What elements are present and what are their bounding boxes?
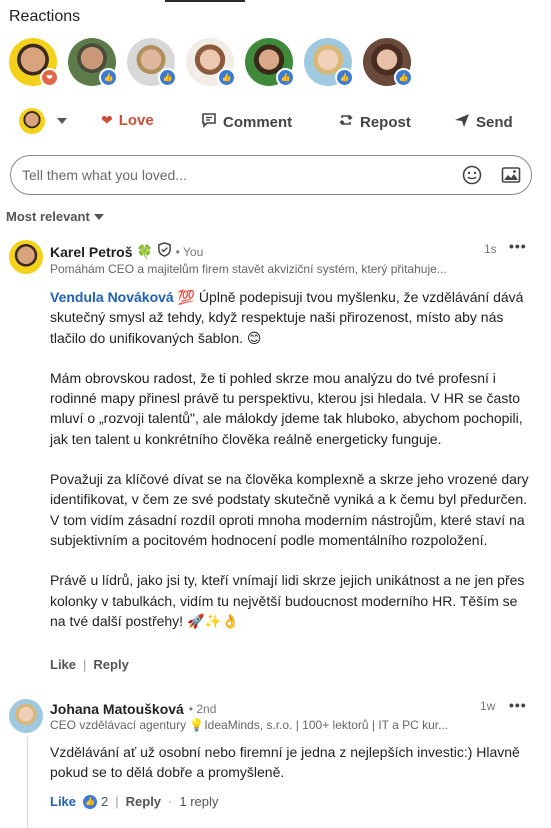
replies-count-link[interactable]: 1 reply	[179, 794, 218, 809]
connection-tag: • You	[175, 245, 204, 259]
like-reaction-icon: 👍	[394, 68, 413, 87]
like-reaction-icon: 👍	[276, 68, 295, 87]
repost-icon	[338, 112, 354, 132]
heart-icon: ❤	[101, 112, 113, 128]
comment-body: Vzdělávání ať už osobní nebo firemní je …	[50, 744, 520, 781]
comment-timestamp: 1w	[480, 699, 496, 713]
connection-tag: • 2nd	[188, 702, 217, 716]
like-reaction-icon: 👍	[99, 68, 118, 87]
commenter-name[interactable]: Johana Matoušková	[50, 701, 184, 717]
more-options-icon[interactable]: •••	[509, 697, 527, 713]
repost-button[interactable]: Repost	[338, 112, 411, 132]
comment-actions: Like | Reply	[50, 657, 129, 672]
reply-button[interactable]: Reply	[126, 794, 161, 809]
comment-paragraph: Považuji za klíčové dívat se na člověka …	[50, 471, 529, 548]
comment-paragraph: Mám obrovskou radost, že ti pohled skrze…	[50, 369, 523, 447]
reactor-avatar-3[interactable]: 👍	[127, 38, 177, 87]
reactor-avatar-5[interactable]: 👍	[245, 38, 295, 87]
comment-icon	[201, 112, 217, 132]
verified-shield-icon	[157, 242, 172, 262]
more-options-icon[interactable]: •••	[509, 238, 527, 254]
like-button[interactable]: Like	[50, 794, 76, 809]
sort-dropdown[interactable]: Most relevant	[6, 209, 104, 224]
reactor-avatar-6[interactable]: 👍	[304, 38, 354, 87]
reactor-avatar-4[interactable]: 👍	[186, 38, 236, 87]
like-reaction-icon: 👍	[83, 794, 98, 809]
send-icon	[454, 112, 470, 132]
image-icon[interactable]	[501, 165, 521, 190]
like-count[interactable]: 👍 2	[83, 794, 108, 809]
commenter-avatar[interactable]	[9, 699, 43, 733]
clover-emoji: 🍀	[136, 244, 153, 259]
comment-input[interactable]: Tell them what you loved...	[10, 155, 532, 195]
reactor-avatar-1[interactable]: ❤	[9, 38, 59, 87]
send-button[interactable]: Send	[454, 112, 513, 132]
love-button[interactable]: ❤ Love	[101, 112, 154, 129]
like-reaction-icon: 👍	[158, 68, 177, 87]
commenter-headline: CEO vzdělávací agentury 💡IdeaMinds, s.r.…	[50, 718, 449, 732]
current-user-avatar	[19, 108, 45, 134]
emoji-icon[interactable]	[462, 165, 482, 190]
reactions-title: Reactions	[9, 8, 81, 25]
reaction-identity-selector[interactable]	[19, 108, 67, 134]
chevron-down-icon	[93, 213, 104, 220]
comment-input-placeholder: Tell them what you loved...	[22, 167, 187, 183]
like-reaction-icon: 👍	[217, 68, 236, 87]
comment-body: Vendula Nováková 💯 Úplně podepisuji tvou…	[50, 287, 534, 651]
reactor-avatar-2[interactable]: 👍	[68, 38, 118, 87]
comment-button[interactable]: Comment	[201, 112, 292, 132]
commenter-headline: Pomáhám CEO a majitelům firem stavět akv…	[50, 262, 447, 276]
commenter-name[interactable]: Karel Petroš	[50, 244, 132, 260]
separator: |	[83, 657, 87, 672]
comment-header: Johana Matoušková • 2nd	[50, 701, 216, 717]
like-reaction-icon: 👍	[335, 68, 354, 87]
mention-emoji: 💯	[177, 289, 196, 305]
reactors-list: ❤ 👍 👍 👍 👍 👍 👍	[9, 38, 413, 87]
comment-paragraph: Právě u lídrů, jako jsi ty, kteří vnímaj…	[50, 572, 525, 629]
top-divider	[165, 0, 245, 2]
separator: |	[115, 794, 119, 809]
chevron-down-icon	[57, 118, 67, 124]
mention-link[interactable]: Vendula Nováková	[50, 289, 174, 305]
comment-paragraph: Vendula Nováková 💯 Úplně podepisuji tvou…	[50, 289, 524, 346]
love-reaction-icon: ❤	[40, 68, 59, 87]
like-button[interactable]: Like	[50, 657, 76, 672]
separator: ·	[168, 794, 173, 809]
reply-button[interactable]: Reply	[93, 657, 128, 672]
thread-line	[27, 737, 28, 828]
post-actions-bar: ❤ Love Comment Repost Send	[0, 106, 551, 138]
reactor-avatar-7[interactable]: 👍	[363, 38, 413, 87]
comment-actions: Like 👍 2 | Reply · 1 reply	[50, 794, 218, 809]
comment-timestamp: 1s	[484, 242, 497, 256]
comment-header: Karel Petroš 🍀 • You	[50, 242, 203, 262]
commenter-avatar[interactable]	[9, 240, 43, 274]
